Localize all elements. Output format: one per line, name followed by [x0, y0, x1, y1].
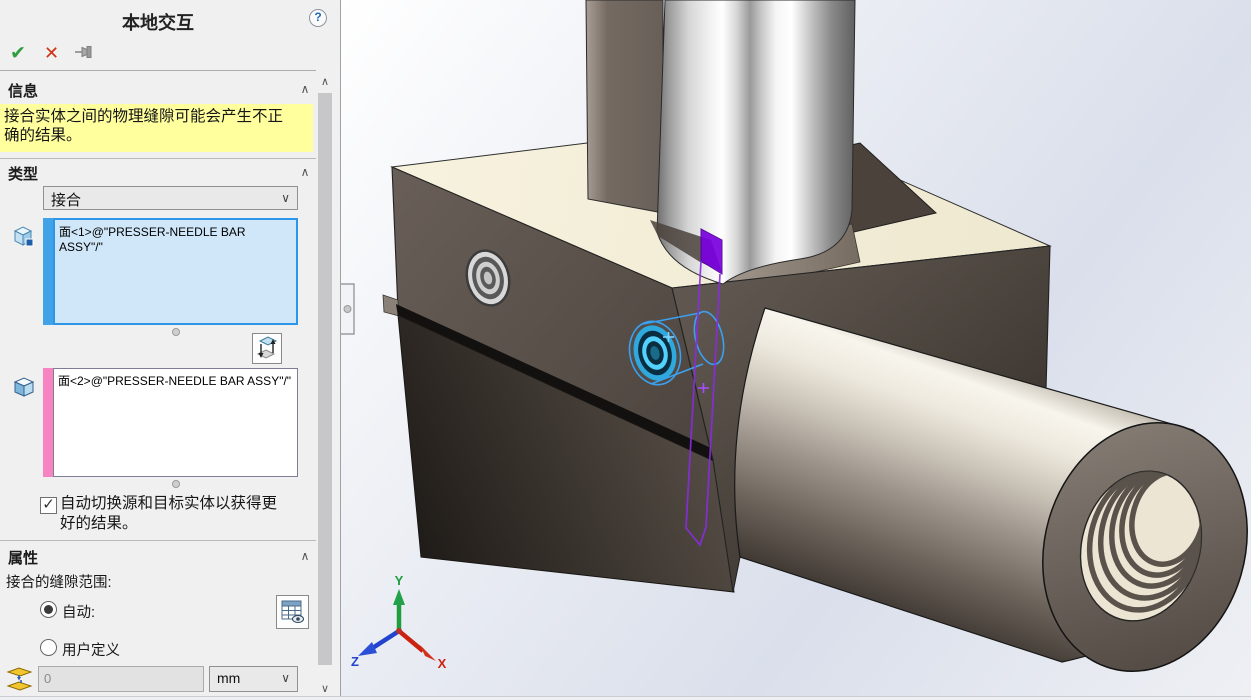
gap-distance-icon [5, 665, 35, 698]
window-bottom-edge [0, 696, 1251, 700]
gap-value-text: 0 [44, 671, 51, 686]
warning-message: 接合实体之间的物理缝隙可能会产生不正确的结果。 [0, 104, 313, 152]
bond-type-dropdown[interactable]: 接合 ∨ [43, 186, 298, 210]
section-header-info[interactable]: 信息 [8, 80, 38, 101]
section-header-properties[interactable]: 属性 [8, 547, 38, 568]
target-selection-stripe [43, 368, 53, 477]
radio-selected-dot [44, 605, 53, 614]
panel-scrollbar[interactable]: ∧ ∨ [317, 74, 333, 697]
swap-source-target-button[interactable] [252, 333, 282, 364]
scroll-up-arrow-icon[interactable]: ∧ [317, 74, 333, 90]
unit-value: mm [217, 670, 240, 686]
property-manager-panel: 本地交互 ? ✔ ✕ 信息 ∧ 接合实体之间的物理缝隙可能会产生不正确的结果。 … [0, 0, 341, 700]
chevron-down-icon: ∨ [281, 671, 290, 685]
auto-switch-label: 自动切换源和目标实体以获得更好的结果。 [60, 494, 292, 534]
radio-auto[interactable] [40, 601, 57, 618]
panel-title: 本地交互 [0, 9, 316, 35]
listbox-resize-handle[interactable] [172, 480, 180, 488]
collapse-chevron-icon[interactable]: ∧ [298, 165, 312, 179]
checkmark-icon: ✓ [42, 496, 55, 513]
ok-check-icon[interactable]: ✔ [10, 42, 26, 65]
pin-icon[interactable] [74, 44, 96, 65]
gap-value-input[interactable]: 0 [38, 666, 204, 692]
viewport-3d[interactable]: Y Z X [341, 0, 1251, 700]
auto-switch-checkbox[interactable]: ✓ [40, 497, 57, 514]
chevron-down-icon: ∨ [281, 191, 290, 205]
y-axis-label: Y [395, 573, 404, 588]
section-divider [0, 540, 316, 541]
source-selection-listbox[interactable]: 面<1>@"PRESSER-NEEDLE BAR ASSY"/" [53, 218, 298, 325]
listbox-resize-handle[interactable] [172, 328, 180, 336]
target-selection-text: 面<2>@"PRESSER-NEEDLE BAR ASSY"/" [58, 374, 291, 388]
source-body-cube-icon [12, 224, 36, 253]
cancel-x-icon[interactable]: ✕ [44, 43, 59, 64]
solidworks-window: 本地交互 ? ✔ ✕ 信息 ∧ 接合实体之间的物理缝隙可能会产生不正确的结果。 … [0, 0, 1251, 700]
scroll-down-arrow-icon[interactable]: ∨ [317, 681, 333, 697]
panel-collapse-handle[interactable] [341, 284, 354, 334]
gap-range-label: 接合的缝隙范围: [6, 571, 112, 592]
radio-user-defined[interactable] [40, 639, 57, 656]
z-axis-label: Z [351, 654, 359, 669]
unit-dropdown[interactable]: mm ∨ [209, 666, 298, 692]
collapse-chevron-icon[interactable]: ∧ [298, 549, 312, 563]
toolbar-divider [0, 70, 316, 71]
triad-origin [396, 628, 402, 634]
x-axis-label: X [438, 656, 447, 671]
radio-auto-label: 自动: [62, 601, 95, 622]
scrollbar-thumb[interactable] [318, 93, 332, 665]
source-selection-text: 面<1>@"PRESSER-NEEDLE BAR ASSY"/" [59, 225, 246, 254]
back-plate[interactable] [586, 0, 663, 213]
help-icon[interactable]: ? [309, 9, 327, 27]
section-divider [0, 158, 316, 159]
target-selection-listbox[interactable]: 面<2>@"PRESSER-NEEDLE BAR ASSY"/" [53, 368, 298, 477]
section-header-type[interactable]: 类型 [8, 163, 38, 184]
target-body-cube-icon [12, 374, 36, 403]
collapse-chevron-icon[interactable]: ∧ [298, 82, 312, 96]
radio-user-defined-label: 用户定义 [62, 639, 120, 660]
source-selection-stripe [43, 218, 53, 325]
gap-table-button[interactable] [276, 595, 309, 629]
dropdown-value: 接合 [51, 189, 81, 210]
